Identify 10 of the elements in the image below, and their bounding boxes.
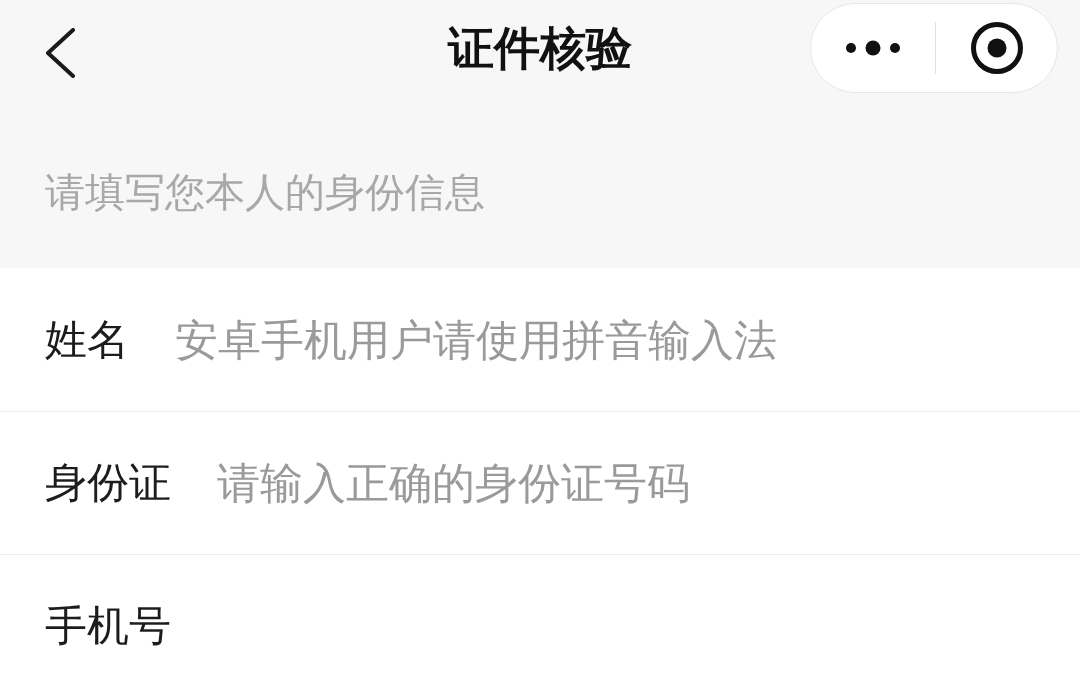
subtitle-text: 请填写您本人的身份信息 xyxy=(45,172,485,212)
more-icon[interactable] xyxy=(845,40,901,56)
field-label: 姓名 xyxy=(45,318,129,361)
page-title: 证件核验 xyxy=(448,25,632,71)
field-label: 身份证 xyxy=(45,462,171,504)
input-field[interactable]: 请输入正确的身份证号码 xyxy=(217,455,1060,511)
field-label: 手机号 xyxy=(45,605,171,647)
back-icon[interactable] xyxy=(44,28,76,78)
input-field[interactable]: 安卓手机用户请使用拼音输入法 xyxy=(175,311,1060,368)
target-icon[interactable] xyxy=(969,21,1024,75)
